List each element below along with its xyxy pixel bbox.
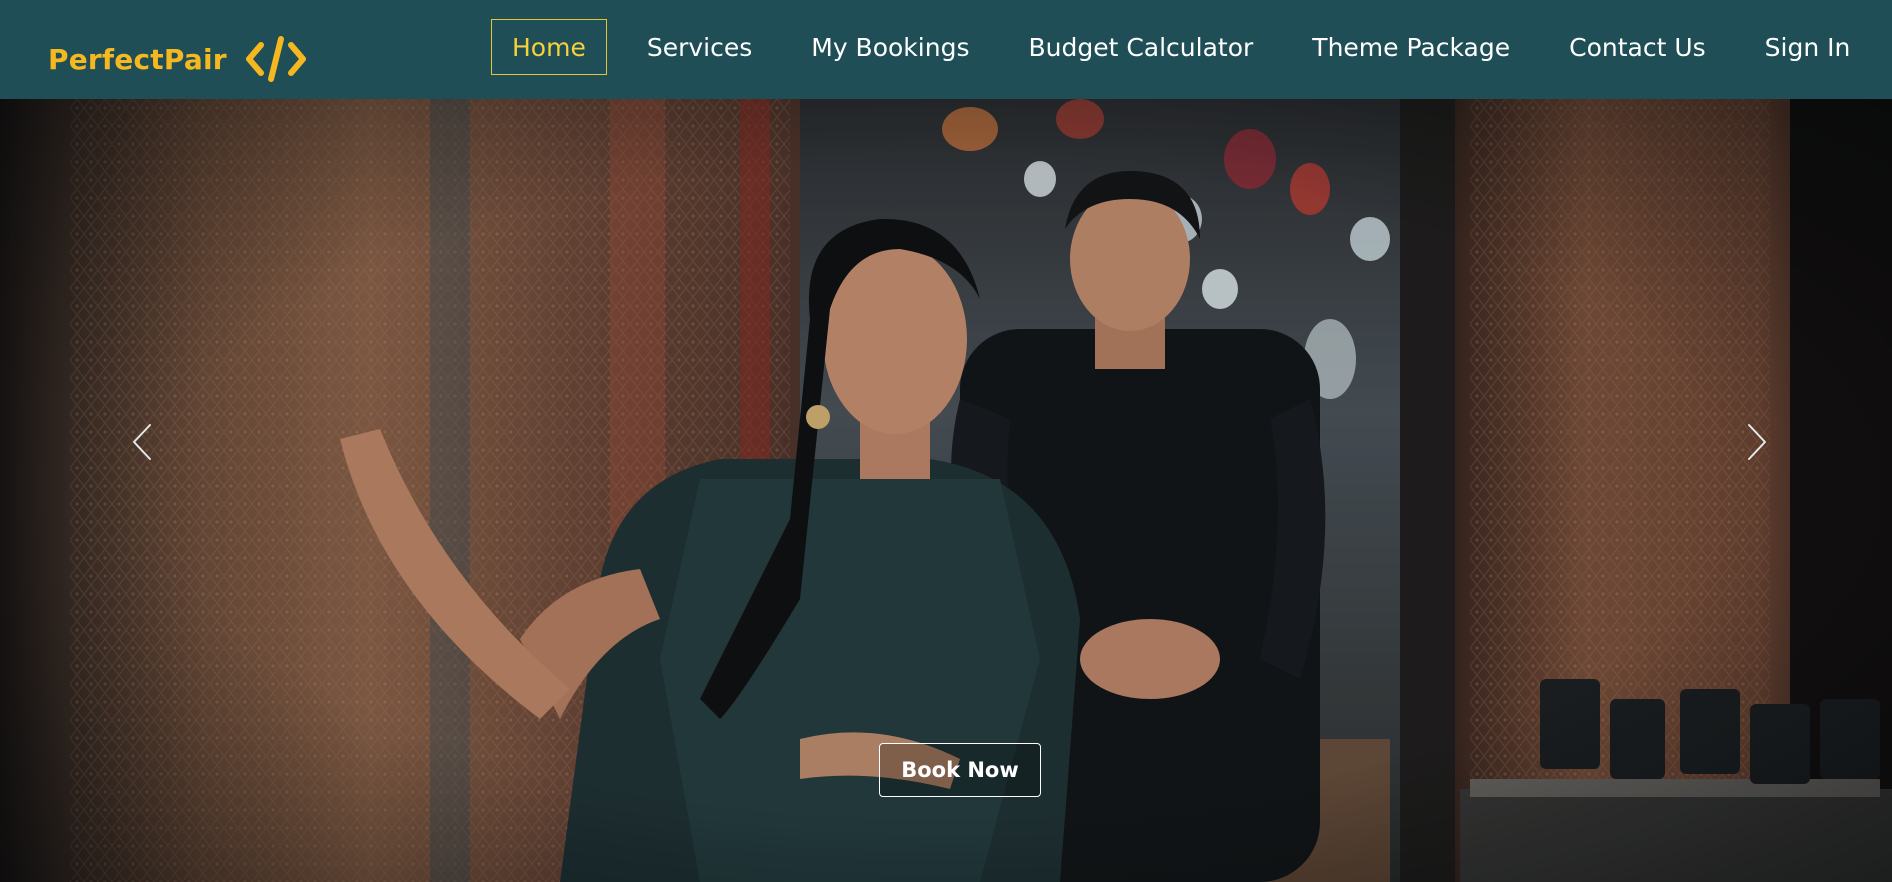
brand-logo[interactable]: PerfectPair xyxy=(48,34,307,84)
book-now-button[interactable]: Book Now xyxy=(879,743,1041,797)
nav-theme-package[interactable]: Theme Package xyxy=(1292,19,1530,75)
nav-sign-in[interactable]: Sign In xyxy=(1745,19,1871,75)
nav-home[interactable]: Home xyxy=(491,19,607,75)
nav-budget-calculator[interactable]: Budget Calculator xyxy=(1008,19,1273,75)
brand-name: PerfectPair xyxy=(48,42,227,76)
nav-services[interactable]: Services xyxy=(627,19,772,75)
hero-carousel: Book Now xyxy=(0,99,1892,882)
nav-my-bookings[interactable]: My Bookings xyxy=(791,19,989,75)
navbar: PerfectPair Home Services My Bookings Bu… xyxy=(0,0,1892,99)
chevron-left-icon[interactable] xyxy=(118,417,168,467)
code-brackets-icon xyxy=(245,36,306,82)
chevron-right-icon[interactable] xyxy=(1731,417,1781,467)
nav-contact-us[interactable]: Contact Us xyxy=(1549,19,1726,75)
nav-menu: Home Services My Bookings Budget Calcula… xyxy=(491,19,1870,75)
